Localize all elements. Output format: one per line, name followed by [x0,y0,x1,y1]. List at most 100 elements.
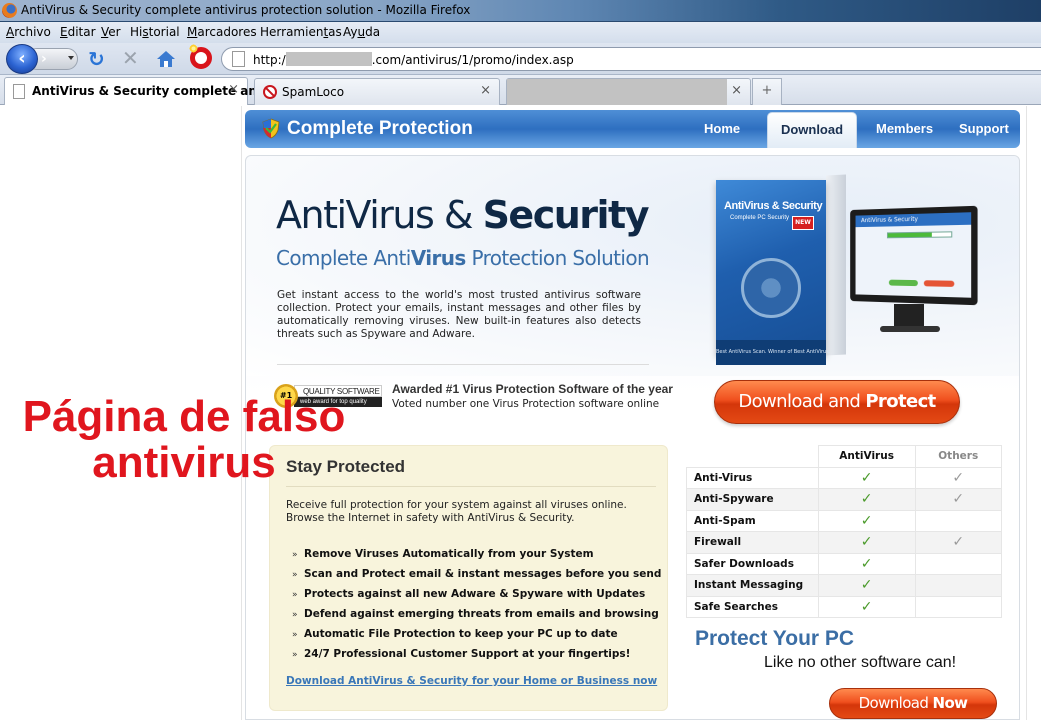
feature-item: » 24/7 Professional Customer Support at y… [292,648,661,668]
page-icon [13,84,25,99]
download-now-button[interactable]: Download Now [829,688,997,719]
check-icon: ✓ [914,488,1002,511]
page-frame-right [1026,106,1027,720]
check-icon: ✓ [817,531,916,554]
tab-spamloco[interactable]: SpamLoco × [254,78,500,105]
menu-editar[interactable]: Editar [60,25,96,39]
table-row: Firewall ✓ ✓ [686,531,1002,554]
feature-name: Safer Downloads [686,552,819,575]
divider [277,364,649,365]
check-icon: ✓ [817,595,916,618]
annotation-line-2: antivirus [92,438,276,487]
box-title: AntiVirus & Security [724,200,823,212]
close-icon[interactable]: × [228,82,239,97]
menu-historial[interactable]: Historial [130,25,180,39]
feature-item: » Remove Viruses Automatically from your … [292,548,661,568]
monitor-image: AntiVirus & Security [846,205,978,348]
column-header-others: Others [914,445,1002,468]
new-badge: NEW [792,216,814,230]
award-subtitle: Voted number one Virus Protection softwa… [392,398,660,410]
reload-icon[interactable]: ↻ [88,48,105,70]
menu-herramientas[interactable]: Herramientas [260,25,342,39]
menu-ver[interactable]: Ver [101,25,121,39]
menu-archivo[interactable]: Archivo [6,25,51,39]
window-titlebar: AntiVirus & Security complete antivirus … [0,0,1041,22]
tab-antivirus[interactable]: AntiVirus & Security complete an... × [4,77,271,105]
feature-name: Anti-Spyware [686,488,819,511]
stop-icon[interactable]: ✕ [122,47,139,69]
feature-text: Protects against all new Adware & Spywar… [304,588,646,600]
tab-redacted[interactable]: × [506,78,751,105]
bullet-icon: » [292,590,298,600]
screen-app: AntiVirus & Security [855,212,972,298]
empty-cell [914,509,1002,532]
close-icon[interactable]: × [731,83,742,98]
feature-item: » Protects against all new Adware & Spywa… [292,588,661,608]
feature-name: Safe Searches [686,595,819,618]
no-spam-icon [263,85,277,99]
annotation-line-1: Página de falso [22,392,346,441]
box-side [826,174,846,356]
home-icon[interactable] [156,49,176,69]
check-icon: ✓ [817,509,916,532]
bullet-icon: » [292,570,298,580]
product-box-image: AntiVirus & Security Complete PC Securit… [716,170,846,365]
site-brand[interactable]: Complete Protection [287,118,473,140]
tab-label: SpamLoco [282,85,345,99]
firefox-icon [2,3,17,18]
addon-icon[interactable] [189,44,212,69]
feature-name: Firewall [686,531,819,554]
table-row: Anti-Virus ✓ ✓ [686,466,1002,489]
shield-icon [262,118,280,139]
table-row: Anti-Spam ✓ [686,509,1002,532]
table-row: Instant Messaging ✓ [686,574,1002,597]
history-dropdown-icon[interactable] [68,56,74,60]
check-icon: ✓ [817,488,916,511]
annotation-overlay: Página de falso antivirus [4,394,364,486]
feature-item: » Defend against emerging threats from em… [292,608,661,628]
download-and-protect-button[interactable]: Download and Protect [714,380,960,424]
comparison-body: Anti-Virus ✓ ✓ Anti-Spyware ✓ ✓ Anti-Spam ✓ Fire… [686,466,1002,618]
comparison-table: AntiVirus Others Anti-Virus ✓ ✓ Anti-Spywar… [686,445,1002,618]
menu-ayuda[interactable]: Ayuda [343,25,380,39]
empty-cell [914,574,1002,597]
hero-description: Get instant access to the world's most t… [277,289,641,340]
feature-text: Scan and Protect email & instant message… [304,568,662,580]
hero-subtitle: Complete AntiVirus Protection Solution [276,246,650,270]
stay-description: Receive full protection for your system … [286,499,627,524]
tab-bar: AntiVirus & Security complete an... × Sp… [0,75,1041,105]
feature-item: » Scan and Protect email & instant messag… [292,568,661,588]
empty-cell [914,595,1002,618]
bullet-icon: » [292,610,298,620]
nav-members[interactable]: Members [876,121,933,136]
feature-name: Instant Messaging [686,574,819,597]
url-text[interactable]: http:/.com/antivirus/1/promo/index.asp [253,52,574,67]
back-button[interactable]: ‹ [6,44,38,74]
nav-home[interactable]: Home [704,121,740,136]
window-title: AntiVirus & Security complete antivirus … [21,3,471,17]
nav-support[interactable]: Support [959,121,1009,136]
empty-cell [914,552,1002,575]
site-header: Complete Protection Home Download Member… [245,110,1020,148]
feature-item: » Automatic File Protection to keep your … [292,628,661,648]
scan-progress-fill [887,232,932,238]
protect-subtitle: Like no other software can! [764,654,957,671]
new-tab-button[interactable]: + [752,78,782,105]
table-row: Safe Searches ✓ [686,595,1002,618]
url-bar[interactable]: http:/.com/antivirus/1/promo/index.asp [221,47,1041,71]
close-icon[interactable]: × [480,83,491,98]
feature-text: Remove Viruses Automatically from your S… [304,548,594,560]
nav-download[interactable]: Download [767,112,857,148]
table-row: Anti-Spyware ✓ ✓ [686,488,1002,511]
bullet-icon: » [292,630,298,640]
screen-green-button [888,279,918,287]
chevron-right-icon: › [41,51,47,67]
download-home-business-link[interactable]: Download AntiVirus & Security for your H… [286,675,657,687]
table-corner [687,446,819,468]
check-icon: ✓ [914,466,1002,489]
menu-marcadores[interactable]: Marcadores [187,25,257,39]
hero-title: AntiVirus & Security [276,193,649,237]
monitor-stand [894,304,924,328]
feature-name: Anti-Virus [686,466,819,489]
check-icon: ✓ [817,552,916,575]
